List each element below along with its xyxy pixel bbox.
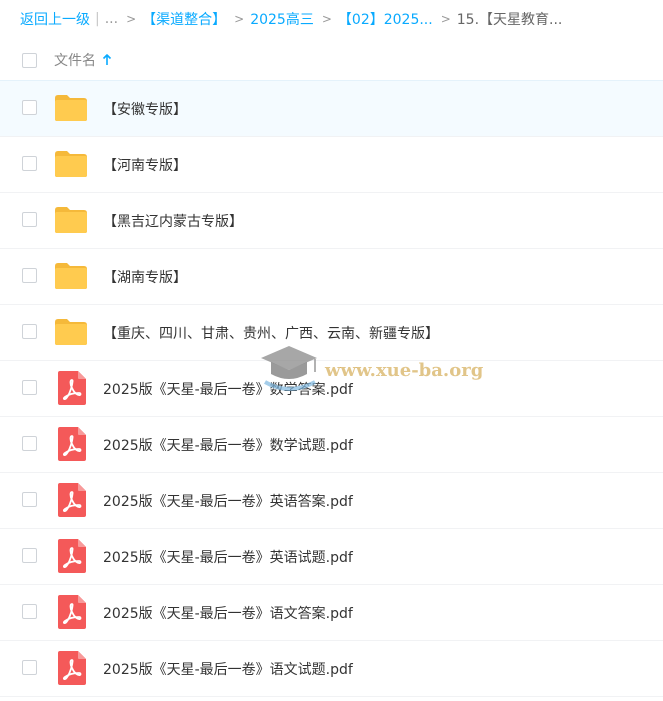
folder-icon — [54, 318, 88, 346]
file-name[interactable]: 2025版《天星-最后一卷》英语答案.pdf — [103, 491, 353, 511]
file-browser: 返回上一级 | ... > 【渠道整合】 > 2025高三 > 【02】2025… — [0, 0, 663, 701]
file-row[interactable]: 2025版《天星-最后一卷》语文试题.pdf — [0, 641, 663, 697]
row-checkbox[interactable] — [22, 604, 37, 619]
folder-name[interactable]: 【河南专版】 — [103, 155, 187, 175]
breadcrumb-separator-icon: > — [234, 12, 245, 26]
filename-column-header[interactable]: 文件名 — [54, 50, 112, 70]
file-name[interactable]: 2025版《天星-最后一卷》数学试题.pdf — [103, 435, 353, 455]
pdf-icon — [58, 483, 86, 517]
row-checkbox[interactable] — [22, 212, 37, 227]
folder-icon — [54, 94, 88, 122]
file-row[interactable]: 2025版《天星-最后一卷》数学答案.pdf — [0, 361, 663, 417]
select-all-checkbox[interactable] — [22, 52, 37, 68]
folder-row[interactable]: 【黑吉辽内蒙古专版】 — [0, 193, 663, 249]
row-checkbox[interactable] — [22, 268, 37, 283]
breadcrumb-item-channel[interactable]: 【渠道整合】 — [142, 9, 226, 29]
row-checkbox[interactable] — [22, 100, 37, 115]
folder-icon — [54, 262, 88, 290]
breadcrumb-ellipsis[interactable]: ... — [105, 11, 118, 27]
folder-row[interactable]: 【湖南专版】 — [0, 249, 663, 305]
row-checkbox[interactable] — [22, 380, 37, 395]
breadcrumb-separator-icon: > — [321, 12, 332, 26]
breadcrumb-current: 15.【天星教育... — [456, 12, 563, 28]
folder-row[interactable]: 【重庆、四川、甘肃、贵州、广西、云南、新疆专版】 — [0, 305, 663, 361]
file-row[interactable]: 2025版《天星-最后一卷》语文答案.pdf — [0, 585, 663, 641]
breadcrumb-item-grade[interactable]: 2025高三 — [250, 9, 314, 29]
filename-column-label: 文件名 — [54, 53, 96, 69]
folder-name[interactable]: 【重庆、四川、甘肃、贵州、广西、云南、新疆专版】 — [103, 323, 439, 343]
pdf-icon — [58, 427, 86, 461]
row-checkbox[interactable] — [22, 436, 37, 451]
breadcrumb-item-02[interactable]: 【02】2025... — [338, 9, 433, 29]
file-row[interactable]: 2025版《天星-最后一卷》英语试题.pdf — [0, 529, 663, 585]
pdf-icon — [58, 651, 86, 685]
folder-row[interactable]: 【河南专版】 — [0, 137, 663, 193]
breadcrumb-separator-icon: > — [126, 12, 137, 26]
pdf-icon — [58, 539, 86, 573]
pdf-icon — [58, 371, 86, 405]
folder-name[interactable]: 【安徽专版】 — [103, 99, 187, 119]
folder-row[interactable]: 【安徽专版】 — [0, 80, 663, 137]
breadcrumb-separator-icon: > — [440, 12, 451, 26]
file-row[interactable]: 2025版《天星-最后一卷》数学试题.pdf — [0, 417, 663, 473]
pdf-icon — [58, 595, 86, 629]
file-name[interactable]: 2025版《天星-最后一卷》数学答案.pdf — [103, 379, 353, 399]
file-name[interactable]: 2025版《天星-最后一卷》语文试题.pdf — [103, 659, 353, 679]
row-checkbox[interactable] — [22, 548, 37, 563]
file-name[interactable]: 2025版《天星-最后一卷》英语试题.pdf — [103, 547, 353, 567]
folder-name[interactable]: 【黑吉辽内蒙古专版】 — [103, 211, 243, 231]
breadcrumb-divider: | — [95, 11, 100, 27]
breadcrumb: 返回上一级 | ... > 【渠道整合】 > 2025高三 > 【02】2025… — [20, 8, 562, 30]
list-header: 文件名 — [0, 40, 663, 80]
folder-icon — [54, 206, 88, 234]
row-checkbox[interactable] — [22, 492, 37, 507]
file-list: 【安徽专版】 【河南专版】【黑吉辽内蒙古专版】 【湖南专版】【重庆、四川、甘肃、贵州… — [0, 80, 663, 697]
folder-icon — [54, 150, 88, 178]
row-checkbox[interactable] — [22, 660, 37, 675]
file-row[interactable]: 2025版《天星-最后一卷》英语答案.pdf — [0, 473, 663, 529]
row-checkbox[interactable] — [22, 324, 37, 339]
row-checkbox[interactable] — [22, 156, 37, 171]
folder-name[interactable]: 【湖南专版】 — [103, 267, 187, 287]
file-name[interactable]: 2025版《天星-最后一卷》语文答案.pdf — [103, 603, 353, 623]
sort-ascending-icon[interactable] — [102, 54, 112, 66]
back-link[interactable]: 返回上一级 — [20, 9, 90, 29]
